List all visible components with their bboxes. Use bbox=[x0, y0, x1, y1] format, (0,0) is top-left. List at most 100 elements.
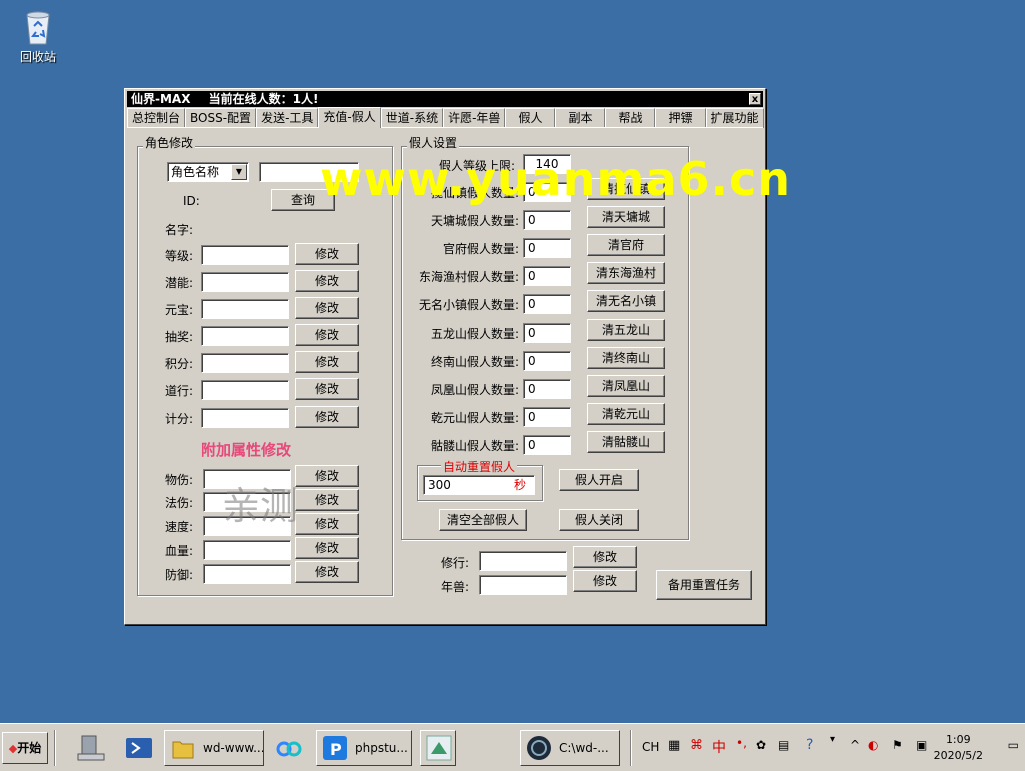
magic-damage-input[interactable] bbox=[203, 492, 291, 512]
tab-guild-war[interactable]: 帮战 bbox=[605, 108, 656, 128]
network-icon[interactable]: ▣ bbox=[916, 738, 927, 752]
query-button[interactable]: 查询 bbox=[271, 189, 335, 211]
title-bar[interactable]: 仙界-MAX 当前在线人数：1人! x bbox=[127, 91, 763, 107]
tab-wish-nianshou[interactable]: 许愿-年兽 bbox=[443, 108, 506, 128]
tianyong-fake-count-input[interactable]: 0 bbox=[523, 210, 571, 230]
fake-level-limit-input[interactable]: 140 bbox=[523, 154, 571, 174]
fake-start-button[interactable]: 假人开启 bbox=[559, 469, 639, 491]
potential-input[interactable] bbox=[201, 272, 289, 292]
show-desktop-icon[interactable]: ▭ bbox=[1008, 738, 1019, 752]
speed-input[interactable] bbox=[203, 516, 291, 536]
modify-defense-button[interactable]: 修改 bbox=[295, 561, 359, 583]
auto-reset-seconds-input[interactable]: 300 秒 bbox=[423, 475, 535, 495]
tab-panel-edge bbox=[127, 127, 763, 128]
xiuxing-input[interactable] bbox=[479, 551, 567, 571]
clear-zhongnan-button[interactable]: 清终南山 bbox=[587, 347, 665, 369]
tab-escort[interactable]: 押镖 bbox=[655, 108, 706, 128]
physical-damage-input[interactable] bbox=[203, 469, 291, 489]
taskbar-item-phpstudy[interactable]: P phpstu... bbox=[316, 730, 412, 766]
lottery-input[interactable] bbox=[201, 326, 289, 346]
hp-input[interactable] bbox=[203, 540, 291, 560]
modify-potential-button[interactable]: 修改 bbox=[295, 270, 359, 292]
ime-mode-icon[interactable]: ⌘ bbox=[690, 738, 703, 753]
wuming-fake-count-input[interactable]: 0 bbox=[523, 294, 571, 314]
modify-nianshou-button[interactable]: 修改 bbox=[573, 570, 637, 592]
clear-guanfu-button[interactable]: 清官府 bbox=[587, 234, 665, 256]
fenghuang-fake-count-input[interactable]: 0 bbox=[523, 379, 571, 399]
wulong-fake-count-input[interactable]: 0 bbox=[523, 323, 571, 343]
ime-chinese-indicator[interactable]: 中 bbox=[712, 737, 726, 757]
clear-wuming-button[interactable]: 清无名小镇 bbox=[587, 290, 665, 312]
clear-kulou-button[interactable]: 清骷髅山 bbox=[587, 431, 665, 453]
ime-keyboard-icon[interactable]: ▦ bbox=[668, 738, 680, 753]
speaker-icon[interactable]: ◐ bbox=[868, 738, 878, 752]
qianyuan-fake-count-input[interactable]: 0 bbox=[523, 407, 571, 427]
modify-speed-button[interactable]: 修改 bbox=[295, 513, 359, 535]
backup-reset-task-button[interactable]: 备用重置任务 bbox=[656, 570, 752, 600]
fake-close-button[interactable]: 假人关闭 bbox=[559, 509, 639, 531]
role-search-input[interactable] bbox=[259, 162, 359, 182]
modify-points-button[interactable]: 修改 bbox=[295, 351, 359, 373]
fake-count-label: 东海渔村假人数量: bbox=[418, 270, 519, 284]
clock-date: 2020/5/2 bbox=[933, 749, 983, 762]
powershell-icon[interactable] bbox=[122, 730, 156, 764]
points-input[interactable] bbox=[201, 353, 289, 373]
donghai-fake-count-input[interactable]: 0 bbox=[523, 266, 571, 286]
nianshou-input[interactable] bbox=[479, 575, 567, 595]
tab-send-tools[interactable]: 发送-工具 bbox=[256, 108, 319, 128]
close-button[interactable]: x bbox=[749, 93, 761, 105]
ime-skin-icon[interactable]: ✿ bbox=[756, 738, 766, 752]
tab-boss-config[interactable]: BOSS-配置 bbox=[185, 108, 257, 128]
flag-icon[interactable]: ⚑ bbox=[892, 738, 903, 752]
modify-level-button[interactable]: 修改 bbox=[295, 243, 359, 265]
clear-fenghuang-button[interactable]: 清凤凰山 bbox=[587, 375, 665, 397]
taskbar-item-cmd[interactable]: C:\wd-... bbox=[520, 730, 620, 766]
modify-hp-button[interactable]: 修改 bbox=[295, 537, 359, 559]
start-button[interactable]: ◆开始 bbox=[2, 732, 48, 764]
chevron-down-icon[interactable]: ▼ bbox=[231, 164, 247, 180]
taskbar-item-app[interactable] bbox=[420, 730, 456, 766]
tab-fake-people[interactable]: 假人 bbox=[505, 108, 556, 128]
toolbar-options-icon[interactable]: ▾ bbox=[830, 734, 835, 745]
ime-toolbox-icon[interactable]: ▤ bbox=[778, 738, 789, 752]
clear-tianyong-button[interactable]: 清天墉城 bbox=[587, 206, 665, 228]
modify-score-button[interactable]: 修改 bbox=[295, 406, 359, 428]
guanfu-fake-count-input[interactable]: 0 bbox=[523, 238, 571, 258]
tray-separator bbox=[630, 730, 632, 766]
yuanbao-input[interactable] bbox=[201, 299, 289, 319]
clock[interactable]: 1:09 2020/5/2 bbox=[934, 732, 983, 764]
zhongnan-fake-count-input[interactable]: 0 bbox=[523, 351, 571, 371]
show-hidden-icons[interactable]: ^ bbox=[850, 738, 860, 752]
kulou-fake-count-input[interactable]: 0 bbox=[523, 435, 571, 455]
clear-qianyuan-button[interactable]: 清乾元山 bbox=[587, 403, 665, 425]
modify-xiuxing-button[interactable]: 修改 bbox=[573, 546, 637, 568]
help-icon[interactable]: ? bbox=[806, 737, 813, 753]
level-input[interactable] bbox=[201, 245, 289, 265]
clear-wulong-button[interactable]: 清五龙山 bbox=[587, 319, 665, 341]
tab-extensions[interactable]: 扩展功能 bbox=[705, 108, 764, 128]
clear-donghai-button[interactable]: 清东海渔村 bbox=[587, 262, 665, 284]
clear-lanxian-button[interactable]: 清揽仙镇 bbox=[587, 178, 665, 200]
daoxing-input[interactable] bbox=[201, 380, 289, 400]
clear-all-fake-button[interactable]: 清空全部假人 bbox=[439, 509, 527, 531]
role-search-type-select[interactable]: 角色名称 ▼ bbox=[167, 162, 249, 182]
taskbar-item-folder[interactable]: wd-www... bbox=[164, 730, 264, 766]
modify-physical-damage-button[interactable]: 修改 bbox=[295, 465, 359, 487]
ime-punct-icon[interactable]: •, bbox=[736, 736, 747, 750]
fake-count-label: 无名小镇假人数量: bbox=[418, 298, 519, 312]
score-input[interactable] bbox=[201, 408, 289, 428]
language-indicator[interactable]: CH bbox=[642, 740, 659, 754]
modify-yuanbao-button[interactable]: 修改 bbox=[295, 297, 359, 319]
tab-dungeon[interactable]: 副本 bbox=[555, 108, 606, 128]
recycle-bin[interactable]: 回收站 bbox=[10, 8, 66, 65]
lanxian-fake-count-input[interactable]: 0 bbox=[523, 182, 571, 202]
tab-world-system[interactable]: 世道-系统 bbox=[380, 108, 444, 128]
defense-input[interactable] bbox=[203, 564, 291, 584]
modify-magic-damage-button[interactable]: 修改 bbox=[295, 489, 359, 511]
modify-lottery-button[interactable]: 修改 bbox=[295, 324, 359, 346]
modify-daoxing-button[interactable]: 修改 bbox=[295, 378, 359, 400]
tab-recharge-fake[interactable]: 充值-假人 bbox=[318, 107, 381, 128]
tab-console[interactable]: 总控制台 bbox=[127, 108, 186, 128]
baidu-netdisk-icon[interactable] bbox=[272, 731, 306, 765]
server-manager-icon[interactable] bbox=[74, 730, 108, 764]
